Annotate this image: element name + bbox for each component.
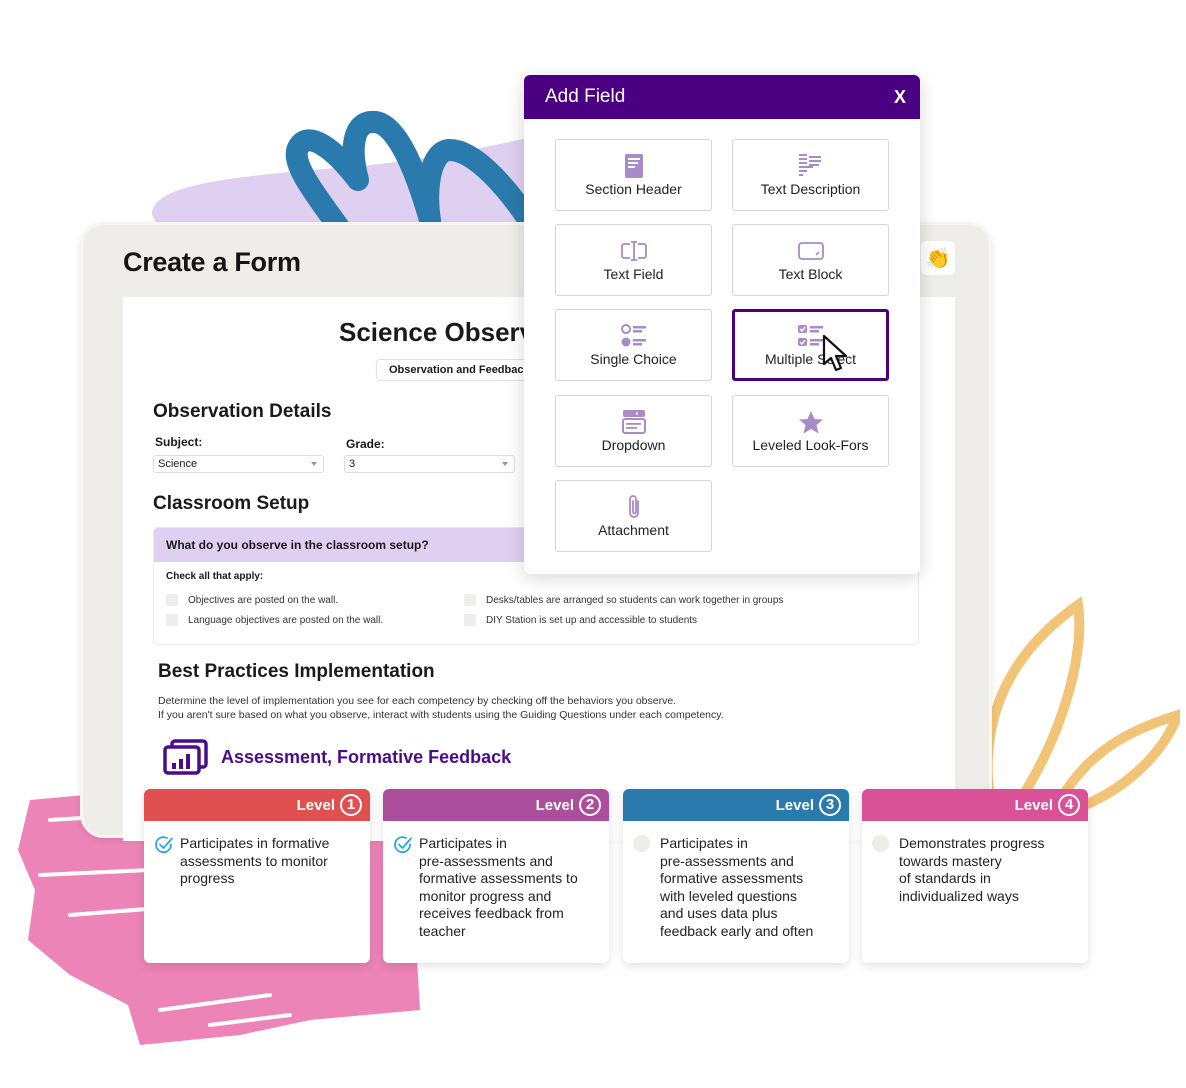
mouse-cursor-icon xyxy=(822,334,848,372)
field-type-text-block[interactable]: Text Block xyxy=(732,224,889,296)
checkbox-option[interactable]: DIY Station is set up and accessible to … xyxy=(464,614,697,626)
dialog-title: Add Field xyxy=(545,86,626,107)
level-label: Level xyxy=(1014,796,1053,814)
subject-select[interactable]: Science xyxy=(153,455,324,473)
field-type-label: Text Description xyxy=(760,181,861,197)
field-type-label: Dropdown xyxy=(601,437,666,453)
grade-label: Grade: xyxy=(346,437,385,451)
chevron-down-icon xyxy=(502,462,508,466)
field-type-attachment[interactable]: Attachment xyxy=(555,480,712,552)
checkbox-option[interactable]: Language objectives are posted on the wa… xyxy=(166,614,383,626)
level-body: Participates in pre-assessments and form… xyxy=(623,821,849,940)
text-description-icon xyxy=(798,153,823,179)
grade-value: 3 xyxy=(349,458,356,470)
field-type-label: Leveled Look-Fors xyxy=(752,437,869,453)
best-practices-description: Determine the level of implementation yo… xyxy=(158,695,724,721)
paperclip-icon xyxy=(627,494,641,520)
level-card-1[interactable]: Level 1 Participates in formative assessme… xyxy=(144,789,370,963)
multiple-select-icon xyxy=(797,323,824,349)
level-header: Level 1 xyxy=(144,789,370,821)
level-description: Participates in formative assessments to… xyxy=(180,835,330,886)
field-type-multiple-select[interactable]: Multiple Select xyxy=(732,309,889,381)
dropdown-icon xyxy=(621,409,646,435)
text-block-icon xyxy=(797,238,824,264)
unchecked-circle-icon[interactable] xyxy=(633,835,650,852)
clapping-hands-icon: 👏 xyxy=(925,247,951,270)
level-description: Participates in pre-assessments and form… xyxy=(419,835,578,939)
level-header: Level 3 xyxy=(623,789,849,821)
field-type-label: Section Header xyxy=(585,181,682,197)
field-type-label: Single Choice xyxy=(590,351,677,367)
classroom-setup-heading: Classroom Setup xyxy=(153,493,310,514)
best-practices-heading: Best Practices Implementation xyxy=(158,661,435,682)
text-field-icon xyxy=(620,238,647,264)
checkbox[interactable] xyxy=(166,594,178,606)
level-card-4[interactable]: Level 4 Demonstrates progress towards mast… xyxy=(862,789,1088,963)
single-choice-icon xyxy=(620,323,647,349)
add-field-dialog: Add Field X Section Header Text Descripti… xyxy=(524,75,920,574)
competency-title: Assessment, Formative Feedback xyxy=(221,746,512,767)
star-icon xyxy=(798,409,824,435)
field-type-text-field[interactable]: Text Field xyxy=(555,224,712,296)
form-type-badge: Observation and Feedback xyxy=(376,359,543,381)
checkbox[interactable] xyxy=(166,614,178,626)
field-type-label: Text Block xyxy=(778,266,843,282)
check-all-hint: Check all that apply: xyxy=(166,571,264,582)
grade-select[interactable]: 3 xyxy=(344,455,515,473)
level-number-badge: 3 xyxy=(819,794,841,816)
checkbox-option[interactable]: Objectives are posted on the wall. xyxy=(166,594,338,606)
field-type-leveled-look-fors[interactable]: Leveled Look-Fors xyxy=(732,395,889,467)
level-card-3[interactable]: Level 3 Participates in pre-assessments an… xyxy=(623,789,849,963)
close-button[interactable]: X xyxy=(894,87,906,108)
reaction-button[interactable]: 👏 xyxy=(921,241,955,275)
checkbox[interactable] xyxy=(464,594,476,606)
level-label: Level xyxy=(535,796,574,814)
level-body: Participates in formative assessments to… xyxy=(144,821,370,888)
field-type-text-description[interactable]: Text Description xyxy=(732,139,889,211)
subject-value: Science xyxy=(158,458,198,470)
chart-stack-icon xyxy=(163,739,208,775)
section-header-icon xyxy=(624,153,643,179)
field-type-label: Text Field xyxy=(603,266,664,282)
level-label: Level xyxy=(775,796,814,814)
unchecked-circle-icon[interactable] xyxy=(872,835,889,852)
level-header: Level 2 xyxy=(383,789,609,821)
field-type-dropdown[interactable]: Dropdown xyxy=(555,395,712,467)
level-number-badge: 4 xyxy=(1058,794,1080,816)
subject-label: Subject: xyxy=(155,435,203,449)
field-type-label: Attachment xyxy=(598,522,669,538)
field-type-section-header[interactable]: Section Header xyxy=(555,139,712,211)
dialog-header: Add Field X xyxy=(524,75,920,119)
competency-header: Assessment, Formative Feedback xyxy=(163,739,511,775)
level-number-badge: 1 xyxy=(340,794,362,816)
level-label: Level xyxy=(296,796,335,814)
level-body: Participates in pre-assessments and form… xyxy=(383,821,609,940)
chevron-down-icon xyxy=(311,462,317,466)
level-body: Demonstrates progress towards mastery of… xyxy=(862,821,1088,905)
check-circle-icon[interactable] xyxy=(154,835,173,853)
page-title: Create a Form xyxy=(123,247,301,277)
checkbox-option[interactable]: Desks/tables are arranged so students ca… xyxy=(464,594,783,606)
level-description: Demonstrates progress towards mastery of… xyxy=(899,835,1045,904)
field-type-single-choice[interactable]: Single Choice xyxy=(555,309,712,381)
observation-details-heading: Observation Details xyxy=(153,401,332,422)
check-circle-icon[interactable] xyxy=(393,835,412,853)
level-card-2[interactable]: Level 2 Participates in pre-assessments an… xyxy=(383,789,609,963)
level-description: Participates in pre-assessments and form… xyxy=(660,835,814,939)
level-header: Level 4 xyxy=(862,789,1088,821)
checkbox[interactable] xyxy=(464,614,476,626)
level-number-badge: 2 xyxy=(579,794,601,816)
